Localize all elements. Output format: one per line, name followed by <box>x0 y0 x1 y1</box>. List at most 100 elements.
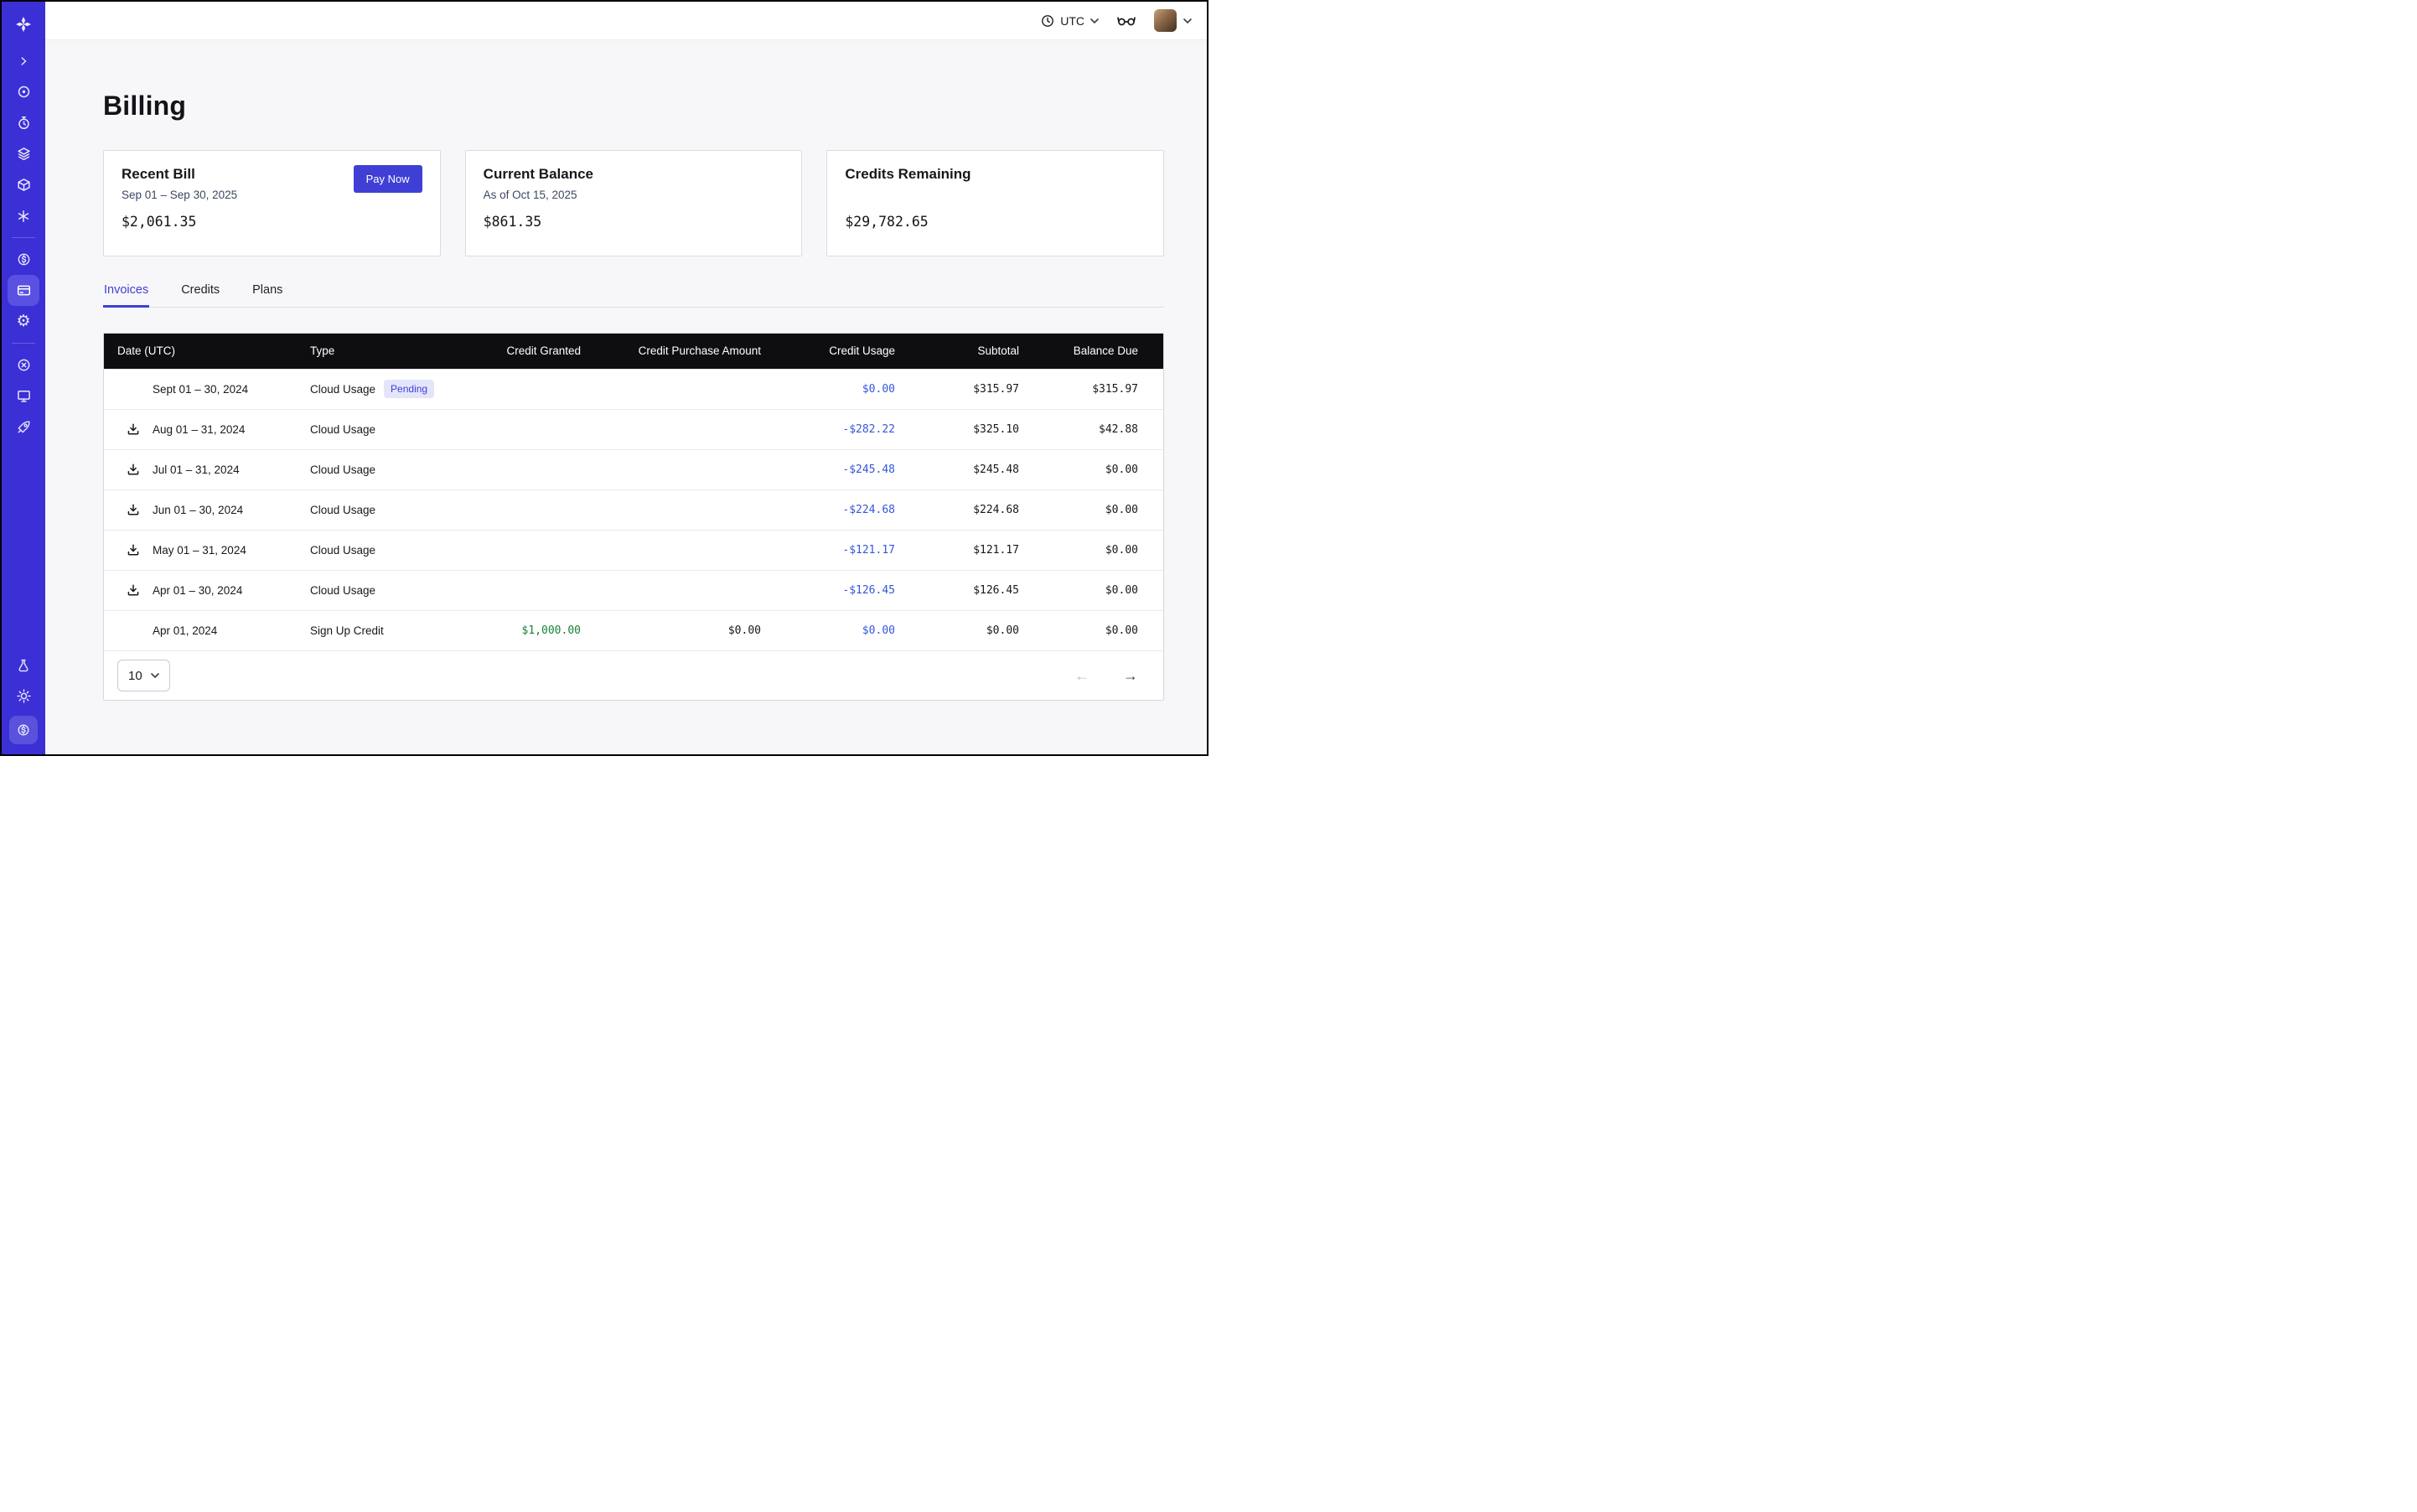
card-amount: $2,061.35 <box>122 214 422 230</box>
chevron-down-icon <box>1183 18 1192 23</box>
invoice-type-cell: Cloud Usage Pending <box>297 369 473 409</box>
billing-icon[interactable] <box>8 275 39 306</box>
credits-icon[interactable] <box>9 716 38 744</box>
sun-icon[interactable] <box>8 681 39 712</box>
credit-purchase-cell <box>594 449 774 489</box>
invoice-date: Sept 01 – 30, 2024 <box>153 383 248 396</box>
invoice-type: Cloud Usage <box>310 383 375 396</box>
credit-purchase-cell <box>594 530 774 570</box>
app-window: ⚙ UTC <box>0 0 1208 756</box>
billing-tabs: Invoices Credits Plans <box>103 277 1164 308</box>
pay-now-button[interactable]: Pay Now <box>354 165 422 193</box>
invoice-date-cell: Apr 01 – 30, 2024 <box>104 570 297 610</box>
page-title: Billing <box>103 91 1164 122</box>
recent-bill-card: Recent Bill Pay Now Sep 01 – Sep 30, 202… <box>103 150 441 256</box>
invoice-date: Apr 01 – 30, 2024 <box>153 584 242 597</box>
invoice-type-cell: Cloud Usage <box>297 570 473 610</box>
column-header: Subtotal <box>908 334 1033 369</box>
gear-icon: ⚙ <box>16 313 30 329</box>
credit-usage-cell: -$121.17 <box>774 530 908 570</box>
timezone-label: UTC <box>1060 14 1084 28</box>
column-header: Credit Granted <box>473 334 594 369</box>
column-header: Type <box>297 334 473 369</box>
invoice-date-cell: Jul 01 – 31, 2024 <box>104 449 297 489</box>
invoices-table-grid: Date (UTC) Type Credit Granted Credit Pu… <box>104 334 1163 650</box>
credit-purchase-cell <box>594 409 774 449</box>
card-subtitle: As of Oct 15, 2025 <box>484 189 784 203</box>
subtotal-cell: $245.48 <box>908 449 1033 489</box>
credit-granted-cell <box>473 409 594 449</box>
layers-icon[interactable] <box>8 138 39 169</box>
flask-icon[interactable] <box>8 650 39 681</box>
prev-page-button[interactable]: ← <box>1074 667 1089 685</box>
subtotal-cell: $325.10 <box>908 409 1033 449</box>
chevron-down-icon <box>1090 18 1099 23</box>
target-icon[interactable] <box>8 76 39 107</box>
credit-granted-cell <box>473 530 594 570</box>
subtotal-cell: $224.68 <box>908 489 1033 530</box>
invoice-date: May 01 – 31, 2024 <box>153 544 246 557</box>
balance-due-cell: $315.97 <box>1033 369 1163 409</box>
credit-granted-cell <box>473 489 594 530</box>
credit-usage-cell: $0.00 <box>774 610 908 650</box>
card-title: Credits Remaining <box>845 166 1146 183</box>
sidebar-divider <box>12 237 35 238</box>
download-invoice-icon[interactable] <box>127 583 140 597</box>
balance-due-cell: $0.00 <box>1033 570 1163 610</box>
tab-plans[interactable]: Plans <box>251 277 283 307</box>
credits-remaining-card: Credits Remaining $29,782.65 <box>826 150 1164 256</box>
currency-network-icon[interactable] <box>8 244 39 275</box>
tab-credits[interactable]: Credits <box>180 277 220 307</box>
asterisk-icon[interactable] <box>8 200 39 231</box>
invoice-type-cell: Sign Up Credit <box>297 610 473 650</box>
column-header: Balance Due <box>1033 334 1163 369</box>
credit-granted-cell <box>473 449 594 489</box>
page-size-select[interactable]: 10 <box>117 660 170 691</box>
column-header: Credit Usage <box>774 334 908 369</box>
subtotal-cell: $121.17 <box>908 530 1033 570</box>
credit-usage-cell: -$245.48 <box>774 449 908 489</box>
close-circle-icon[interactable] <box>8 350 39 381</box>
credit-usage-cell: -$126.45 <box>774 570 908 610</box>
balance-due-cell: $0.00 <box>1033 449 1163 489</box>
invoice-date: Aug 01 – 31, 2024 <box>153 423 245 436</box>
display-icon[interactable] <box>8 381 39 412</box>
user-menu[interactable] <box>1154 9 1192 32</box>
pagination-controls: ← → <box>1074 667 1138 685</box>
card-amount: $861.35 <box>484 214 784 230</box>
tab-invoices[interactable]: Invoices <box>103 277 149 307</box>
balance-due-cell: $0.00 <box>1033 489 1163 530</box>
invoice-date-cell: May 01 – 31, 2024 <box>104 530 297 570</box>
download-invoice-icon[interactable] <box>127 503 140 516</box>
rocket-icon[interactable] <box>8 412 39 443</box>
next-page-button[interactable]: → <box>1123 667 1138 685</box>
card-subtitle <box>845 189 1146 203</box>
column-header: Date (UTC) <box>104 334 297 369</box>
cube-icon[interactable] <box>8 169 39 200</box>
balance-due-cell: $0.00 <box>1033 610 1163 650</box>
status-badge: Pending <box>384 380 434 398</box>
column-header: Credit Purchase Amount <box>594 334 774 369</box>
invoice-type-cell: Cloud Usage <box>297 449 473 489</box>
invoice-date-cell: Sept 01 – 30, 2024 <box>104 369 297 409</box>
logo-icon[interactable] <box>15 10 32 39</box>
table-footer: 10 ← → <box>104 650 1163 700</box>
balance-due-cell: $0.00 <box>1033 530 1163 570</box>
download-invoice-icon[interactable] <box>127 422 140 436</box>
invoice-date: Jul 01 – 31, 2024 <box>153 463 240 476</box>
collapse-icon[interactable] <box>8 45 39 76</box>
timezone-dropdown[interactable]: UTC <box>1041 14 1099 28</box>
download-invoice-icon[interactable] <box>127 543 140 557</box>
download-invoice-icon[interactable] <box>127 463 140 476</box>
table-row: May 01 – 31, 2024 Cloud Usage -$121.17 $… <box>104 530 1163 570</box>
settings-icon[interactable]: ⚙ <box>8 306 39 337</box>
timer-icon[interactable] <box>8 107 39 138</box>
invoice-date: Jun 01 – 30, 2024 <box>153 504 243 516</box>
subtotal-cell: $126.45 <box>908 570 1033 610</box>
invoice-type-cell: Cloud Usage <box>297 409 473 449</box>
invoice-date-cell: Jun 01 – 30, 2024 <box>104 489 297 530</box>
credit-usage-cell: -$282.22 <box>774 409 908 449</box>
credit-purchase-cell: $0.00 <box>594 610 774 650</box>
invoice-date-cell: Apr 01, 2024 <box>104 610 297 650</box>
glasses-icon[interactable] <box>1117 15 1136 26</box>
